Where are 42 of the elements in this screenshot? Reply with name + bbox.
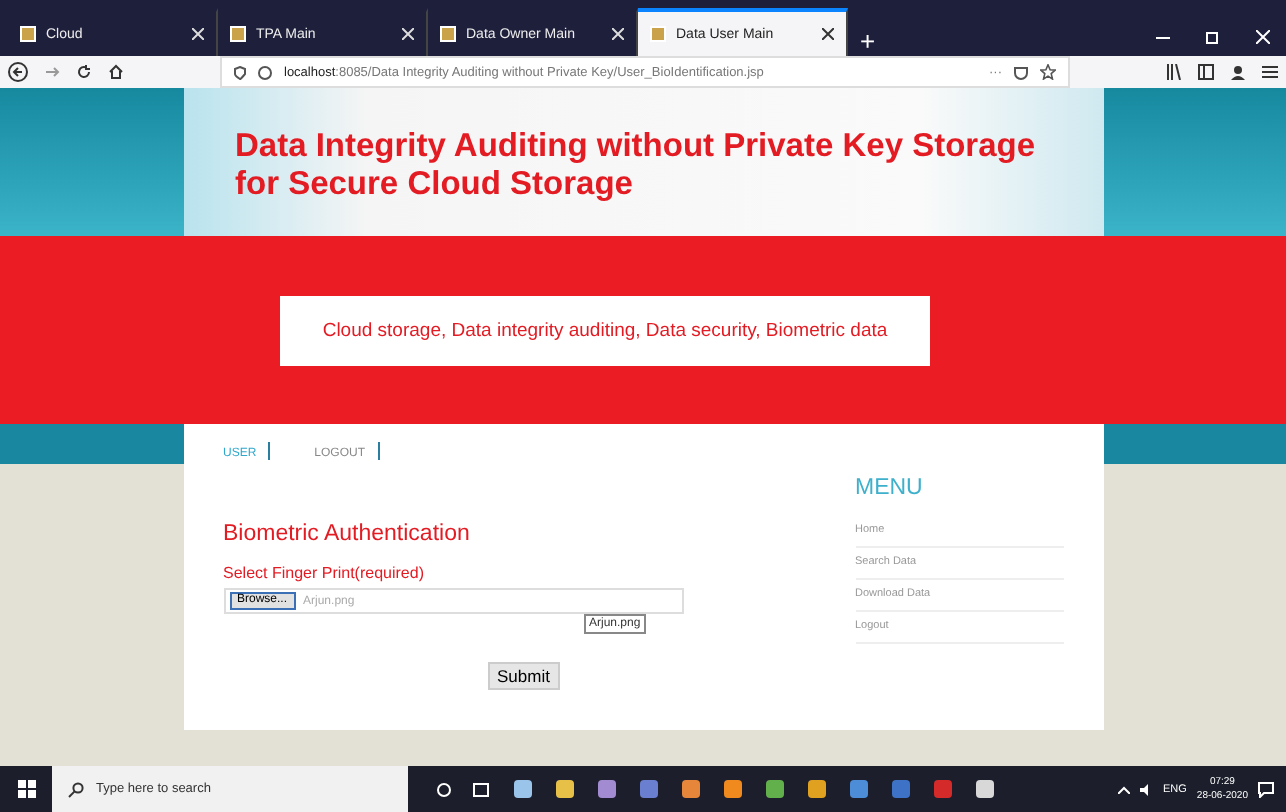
forward-icon[interactable] <box>44 64 60 80</box>
app-icon[interactable] <box>640 780 658 798</box>
page-icon <box>440 26 456 42</box>
account-icon[interactable] <box>1230 64 1246 80</box>
page-icon <box>230 26 246 42</box>
back-icon[interactable] <box>8 62 28 82</box>
task-view-icon[interactable] <box>472 781 490 797</box>
star-icon[interactable] <box>1040 64 1056 80</box>
app-icon[interactable] <box>892 780 910 798</box>
shield-icon <box>234 65 246 79</box>
section-heading: Biometric Authentication <box>223 522 472 546</box>
close-icon[interactable] <box>822 28 834 40</box>
app-icon[interactable] <box>808 780 826 798</box>
app-icon[interactable] <box>556 780 574 798</box>
home-icon[interactable] <box>108 64 124 80</box>
menu-title: MENU <box>855 476 925 500</box>
keywords-banner: Cloud storage, Data integrity auditing, Data security, Biometric data <box>280 295 930 365</box>
library-icon[interactable] <box>1166 64 1182 80</box>
field-label: Select Finger Print(required) <box>223 564 426 582</box>
app-icon[interactable] <box>514 780 532 798</box>
app-icon[interactable] <box>850 780 868 798</box>
sidebar-icon[interactable] <box>1198 64 1214 80</box>
page-icon <box>650 26 666 42</box>
page-icon <box>20 26 36 42</box>
site-title: for Secure Cloud Storage <box>235 166 635 204</box>
app-icon[interactable] <box>682 780 700 798</box>
windows-icon[interactable] <box>18 780 36 798</box>
new-tab-button[interactable]: + <box>860 26 876 56</box>
restore-icon[interactable] <box>1206 30 1220 44</box>
notification-icon[interactable] <box>1258 781 1274 797</box>
app-icon[interactable] <box>598 780 616 798</box>
reload-icon[interactable] <box>76 64 92 80</box>
app-icon[interactable] <box>934 780 952 798</box>
volume-icon[interactable] <box>1139 783 1153 795</box>
site-title: Data Integrity Auditing without Private Key Storage <box>235 128 1038 166</box>
app-icon[interactable] <box>724 780 742 798</box>
submit-button[interactable]: Submit <box>487 662 560 690</box>
chevron-icon[interactable] <box>1117 785 1129 793</box>
app-icon[interactable] <box>766 780 784 798</box>
app-icon[interactable] <box>976 780 994 798</box>
search-icon <box>68 781 84 797</box>
menu-icon[interactable] <box>1262 64 1278 80</box>
